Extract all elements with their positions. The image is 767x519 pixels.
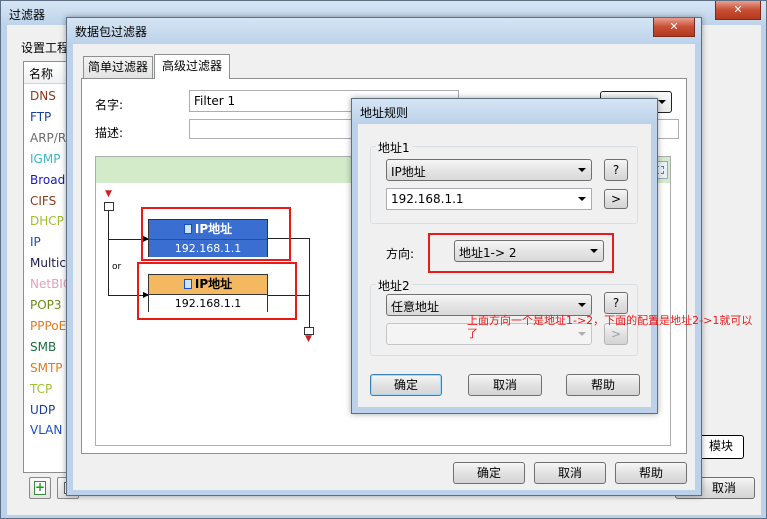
- annotation-text: 上面方向一个是地址1->2，下面的配置是地址2->1就可以了: [467, 314, 753, 340]
- packet-filter-cancel-label: 取消: [557, 466, 582, 480]
- tab-simple-filter[interactable]: 简单过滤器: [83, 56, 153, 78]
- address2-type-value: 任意地址: [391, 300, 440, 314]
- tab-advanced-filter[interactable]: 高级过滤器: [154, 54, 230, 79]
- address-rule-title: 地址规则: [360, 106, 409, 120]
- chevron-down-icon: [578, 168, 586, 172]
- name-field-value: Filter 1: [194, 94, 236, 108]
- list-item[interactable]: UDP: [30, 400, 55, 420]
- connector: [309, 238, 310, 328]
- address1-type-select[interactable]: IP地址: [386, 159, 592, 181]
- list-item[interactable]: CIFS: [30, 191, 56, 211]
- list-item[interactable]: FTP: [30, 107, 51, 127]
- section-label: 设置工程: [21, 41, 70, 55]
- packet-filter-ok-label: 确定: [476, 466, 501, 480]
- packet-filter-ok-button[interactable]: 确定: [453, 462, 525, 484]
- chevron-down-icon: [578, 303, 586, 307]
- list-item[interactable]: POP3: [30, 295, 62, 315]
- address-rule-client: 地址1 IP地址 ? 192.168.1.1 > 方向: 地址1-> 2 地址2…: [358, 124, 651, 407]
- list-item[interactable]: DNS: [30, 86, 56, 106]
- packet-filter-cancel-button[interactable]: 取消: [534, 462, 606, 484]
- question-icon: ?: [612, 163, 620, 177]
- address-rule-help-label: 帮助: [590, 378, 615, 392]
- list-item[interactable]: SMB: [30, 337, 56, 357]
- address-rule-ok-button[interactable]: 确定: [370, 374, 442, 396]
- highlight-direction: [428, 233, 614, 273]
- list-header-label: 名称: [29, 67, 54, 81]
- address2-label: 地址2: [376, 277, 412, 294]
- address1-group: [370, 146, 638, 224]
- filter-window-title: 过滤器: [9, 8, 46, 22]
- address1-label: 地址1: [376, 139, 412, 156]
- address1-value-combo[interactable]: 192.168.1.1: [386, 188, 592, 210]
- highlight-node-1: [141, 207, 291, 261]
- add-icon: +: [34, 480, 46, 495]
- address-rule-cancel-button[interactable]: 取消: [468, 374, 542, 396]
- highlight-node-2: [137, 262, 297, 320]
- tab-advanced-filter-label: 高级过滤器: [161, 59, 222, 73]
- add-filter-button[interactable]: +: [29, 477, 51, 499]
- address-rule-help-button[interactable]: 帮助: [566, 374, 640, 396]
- start-node[interactable]: [104, 202, 114, 211]
- address1-more-button[interactable]: >: [604, 189, 628, 209]
- list-item[interactable]: TCP: [30, 379, 52, 399]
- start-arrow-icon: ▼: [105, 189, 112, 199]
- question-icon: ?: [612, 296, 620, 310]
- address1-more-label: >: [610, 192, 622, 206]
- address1-type-value: IP地址: [391, 165, 426, 179]
- name-label: 名字:: [95, 98, 124, 112]
- address-rule-ok-label: 确定: [393, 378, 418, 392]
- module-button-label: 模块: [708, 439, 733, 453]
- packet-filter-help-label: 帮助: [638, 466, 663, 480]
- address2-type-select[interactable]: 任意地址: [386, 294, 592, 316]
- list-item[interactable]: IP: [30, 232, 41, 252]
- list-item[interactable]: SMTP: [30, 358, 63, 378]
- list-item[interactable]: PPPoE: [30, 316, 66, 336]
- tab-simple-filter-label: 简单过滤器: [87, 60, 148, 74]
- packet-filter-titlebar[interactable]: 数据包过滤器: [67, 18, 701, 44]
- outer-cancel-label: 取消: [711, 481, 736, 495]
- direction-label: 方向:: [386, 247, 415, 261]
- or-label: or: [112, 262, 122, 272]
- chevron-down-icon: [658, 100, 666, 104]
- address1-help-button[interactable]: ?: [604, 159, 628, 181]
- address2-help-button[interactable]: ?: [604, 292, 628, 314]
- end-arrow-icon: ▼: [305, 334, 312, 344]
- list-item[interactable]: IGMP: [30, 149, 60, 169]
- packet-filter-help-button[interactable]: 帮助: [615, 462, 687, 484]
- list-item[interactable]: DHCP: [30, 211, 64, 231]
- packet-filter-title: 数据包过滤器: [75, 25, 148, 39]
- address-rule-titlebar[interactable]: 地址规则: [352, 99, 657, 123]
- description-label: 描述:: [95, 126, 124, 140]
- connector: [108, 211, 109, 296]
- address-rule-cancel-label: 取消: [492, 378, 517, 392]
- packet-filter-close-button[interactable]: ✕: [653, 18, 695, 37]
- chevron-down-icon: [578, 197, 586, 201]
- address-rule-dialog: 地址规则 地址1 IP地址 ? 192.168.1.1 > 方向: 地址1-> …: [351, 98, 658, 414]
- close-window-button[interactable]: ✕: [715, 1, 761, 20]
- address1-value: 192.168.1.1: [391, 192, 464, 206]
